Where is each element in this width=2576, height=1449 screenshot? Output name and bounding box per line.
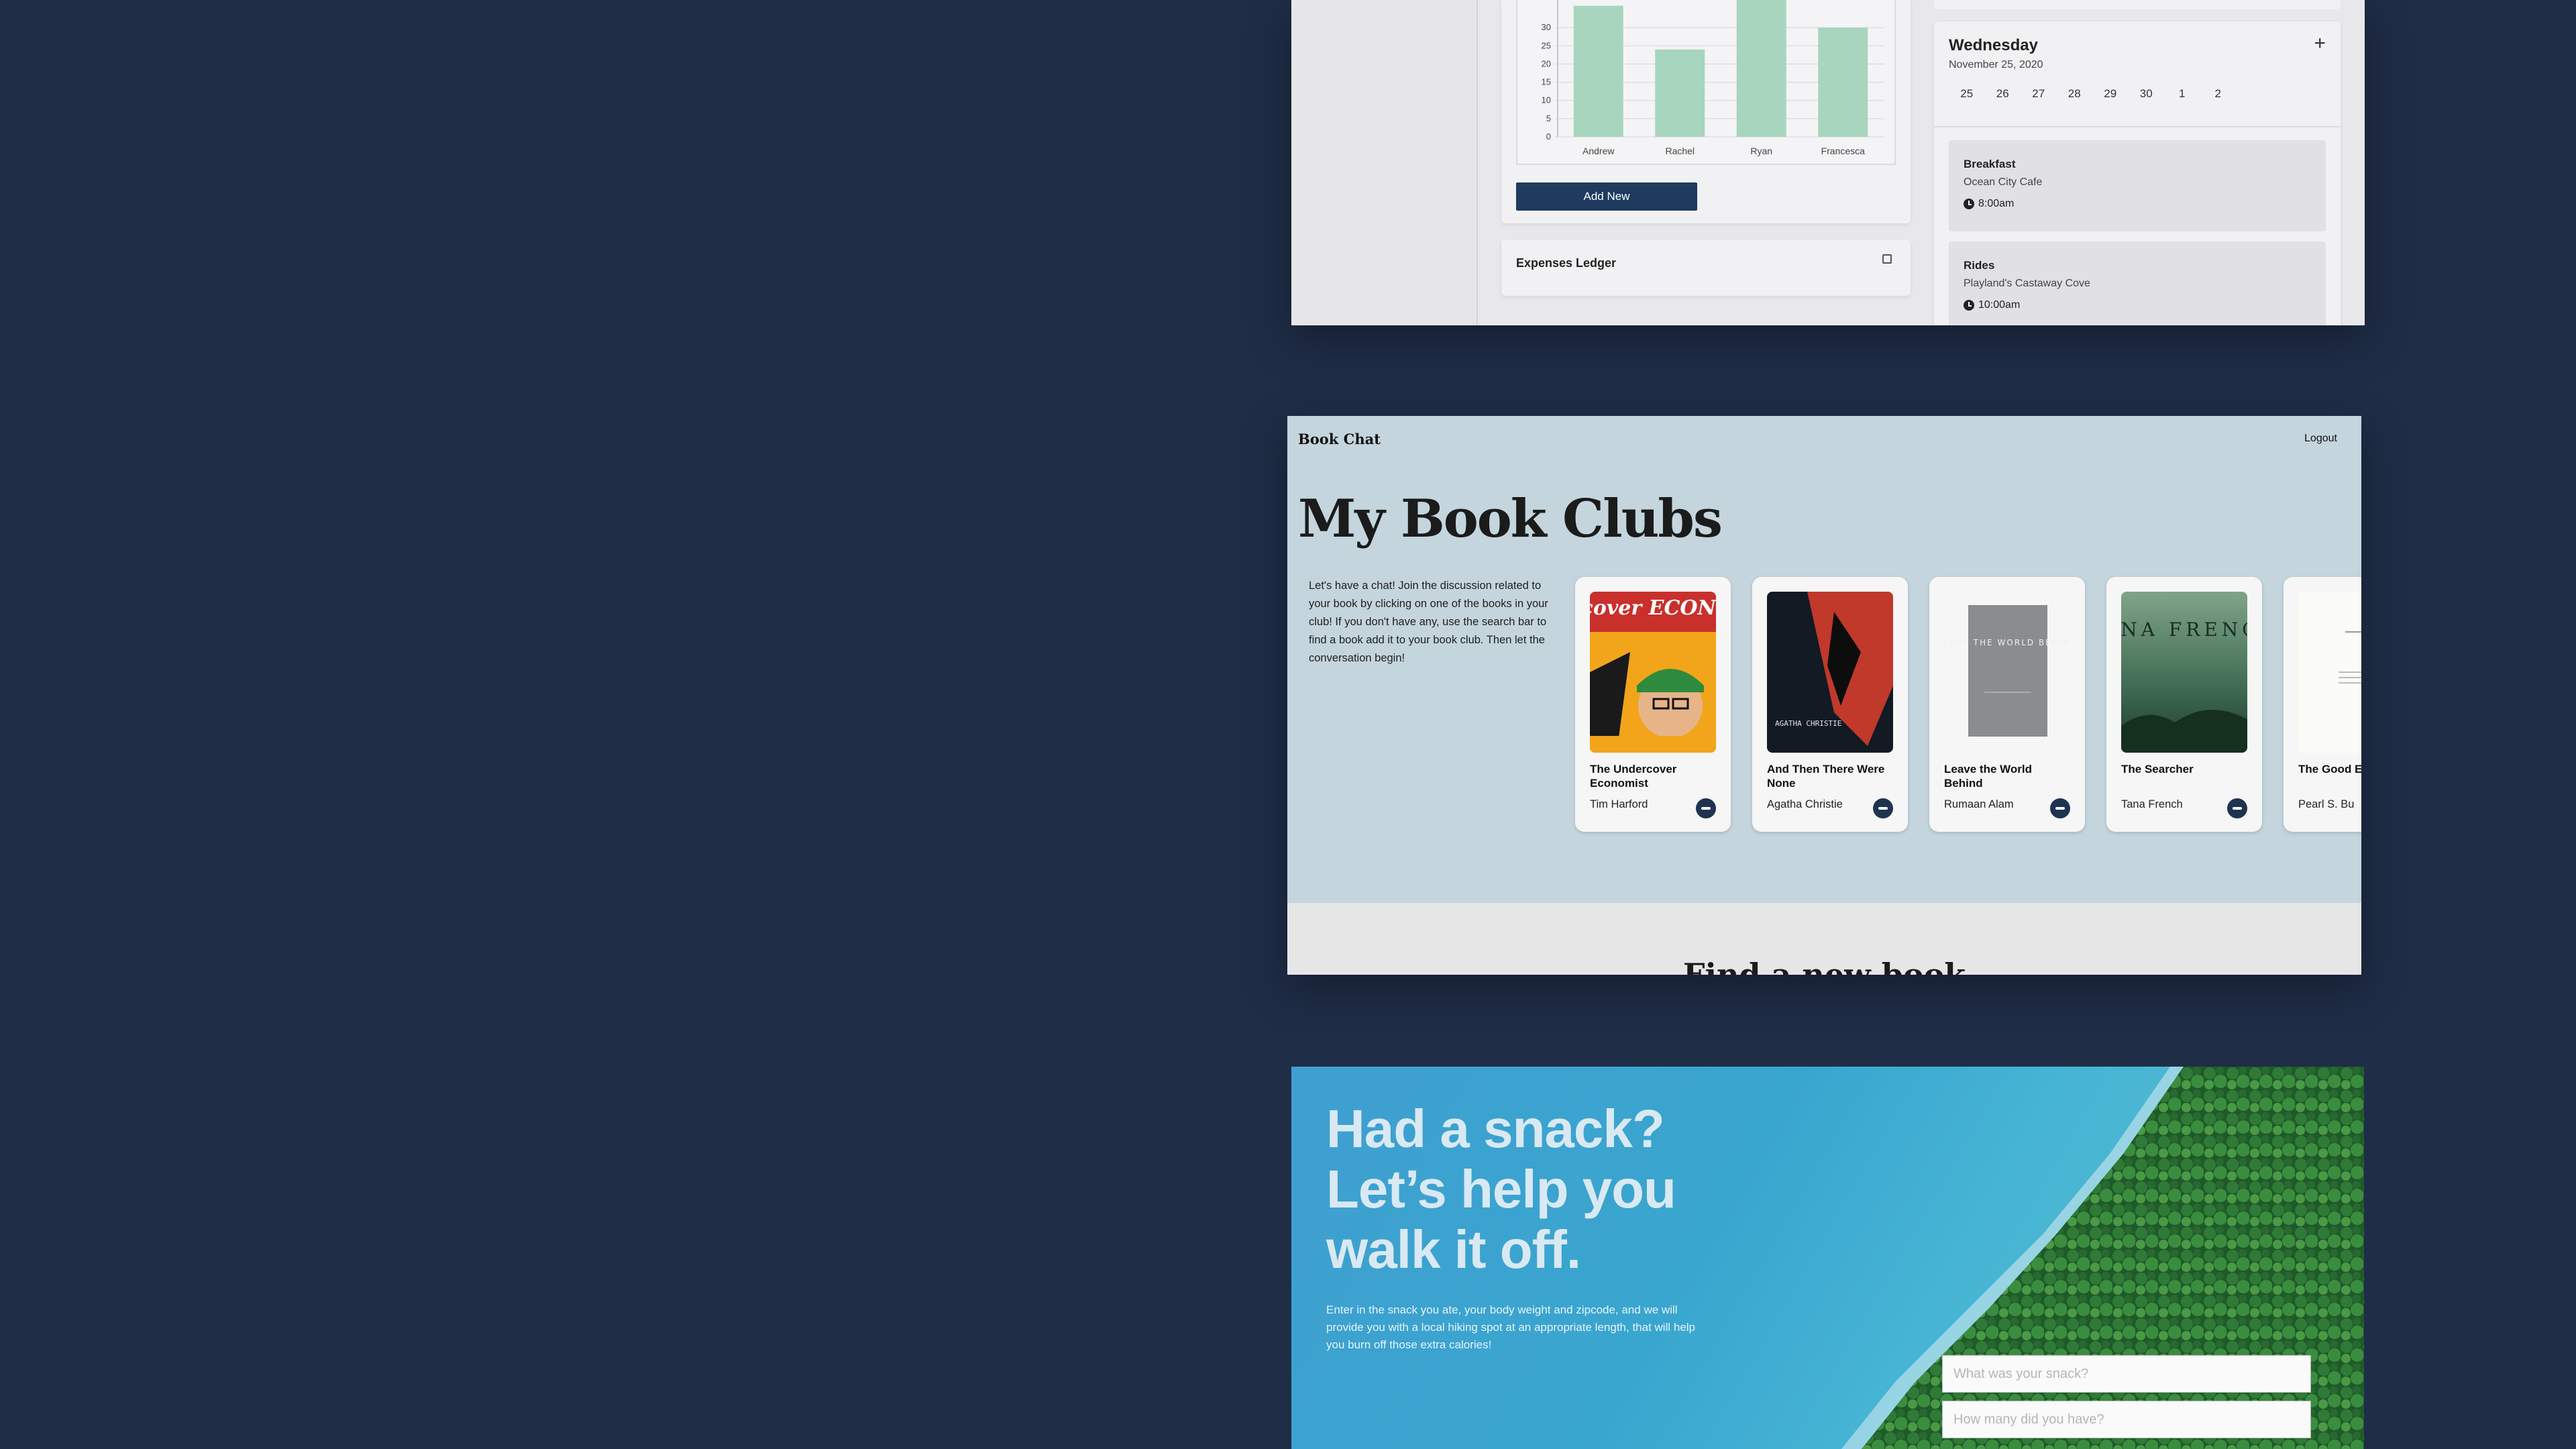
y-tick-label: 5 bbox=[1546, 113, 1551, 123]
sidebar bbox=[1291, 0, 1478, 325]
x-tick-label: Rachel bbox=[1665, 146, 1695, 156]
ledger-title: Expenses Ledger bbox=[1516, 256, 1617, 270]
book-title: The Searcher bbox=[2121, 763, 2194, 775]
cover-text: TANA FRENCH bbox=[2121, 619, 2247, 641]
y-tick-label: 10 bbox=[1542, 95, 1551, 105]
book-author: Tim Harford bbox=[1590, 798, 1648, 810]
event-time: 10:00am bbox=[1964, 299, 2020, 311]
bar[interactable] bbox=[1736, 0, 1786, 138]
expand-icon[interactable] bbox=[1882, 254, 1892, 264]
book-author: Agatha Christie bbox=[1767, 798, 1843, 810]
clock-icon bbox=[1964, 199, 1974, 209]
x-tick-label: Ryan bbox=[1750, 146, 1772, 156]
y-tick-label: 20 bbox=[1542, 58, 1551, 68]
remove-icon[interactable] bbox=[2227, 798, 2247, 818]
event-name: Rides bbox=[1964, 259, 1995, 272]
add-event-icon[interactable]: + bbox=[2314, 32, 2326, 55]
add-new-button[interactable]: Add New bbox=[1516, 182, 1697, 211]
schedule-card-top bbox=[1934, 0, 2341, 9]
hero-description: Enter in the snack you ate, your body we… bbox=[1326, 1303, 1696, 1351]
snack-input[interactable] bbox=[1942, 1355, 2311, 1393]
date-item[interactable]: 27 bbox=[2021, 87, 2057, 101]
y-tick-label: 0 bbox=[1546, 131, 1551, 142]
date-strip: 25 26 27 28 29 30 1 2 bbox=[1949, 87, 2236, 101]
x-tick-label: Francesca bbox=[1821, 146, 1866, 156]
date-item[interactable]: 25 bbox=[1949, 87, 1985, 101]
book-card[interactable]: TANA FRENCH The Searcher Tana French bbox=[2106, 577, 2262, 832]
event-location: Playland's Castaway Cove bbox=[1964, 278, 2090, 289]
event-location: Ocean City Cafe bbox=[1964, 176, 2043, 188]
find-book-section: Find a new book bbox=[1287, 903, 2361, 975]
book-title: And Then There Were None bbox=[1767, 763, 1885, 790]
book-author: Pearl S. Bu bbox=[2298, 798, 2355, 810]
intro-text: Let's have a chat! Join the discussion r… bbox=[1309, 580, 1548, 664]
book-chat-preview: Book Chat Logout My Book Clubs Let's hav… bbox=[1287, 416, 2361, 975]
hero-headline: Had a snack? Let’s help you walk it off. bbox=[1326, 1099, 1676, 1280]
headline-line: Had a snack? bbox=[1326, 1099, 1665, 1159]
event-time-text: 8:00am bbox=[1978, 198, 2015, 209]
brand-logo[interactable]: Book Chat bbox=[1298, 431, 1381, 447]
date-item[interactable]: 26 bbox=[1985, 87, 2021, 101]
bar[interactable] bbox=[1573, 5, 1623, 138]
schedule-card: Wednesday November 25, 2020 + 25 26 27 2… bbox=[1934, 21, 2341, 325]
y-tick-label: 25 bbox=[1542, 40, 1551, 50]
expenses-chart-card: 0 5 10 15 20 25 30 Andrew Rachel Ryan Francesca Ad… bbox=[1501, 0, 1911, 223]
event-card[interactable]: Rides Playland's Castaway Cove 10:00am bbox=[1949, 241, 2326, 325]
book-title: The Good E bbox=[2298, 763, 2361, 775]
book-title: The Undercover Economist bbox=[1590, 763, 1677, 790]
event-time: 8:00am bbox=[1964, 198, 2014, 210]
event-name: Breakfast bbox=[1964, 158, 2016, 170]
y-tick-label: 15 bbox=[1542, 77, 1551, 87]
date-item[interactable]: 2 bbox=[2200, 87, 2237, 101]
expenses-ledger-card[interactable]: Expenses Ledger bbox=[1501, 239, 1911, 296]
bar[interactable] bbox=[1655, 49, 1705, 137]
divider bbox=[1934, 126, 2341, 127]
event-time-text: 10:00am bbox=[1978, 299, 2021, 311]
book-title: Leave the World Behind bbox=[1944, 763, 2032, 790]
clock-icon bbox=[1964, 300, 1974, 311]
bar[interactable] bbox=[1818, 28, 1868, 138]
remove-icon[interactable] bbox=[1696, 798, 1716, 818]
date-item[interactable]: 29 bbox=[2092, 87, 2129, 101]
book-cover: Undercover ECONOMIST bbox=[1590, 592, 1716, 753]
cover-text: AGATHA CHRISTIE bbox=[1775, 719, 1841, 728]
book-author: Rumaan Alam bbox=[1944, 798, 2014, 810]
schedule-date: November 25, 2020 bbox=[1949, 59, 2043, 70]
date-item[interactable]: 1 bbox=[2164, 87, 2200, 101]
remove-icon[interactable] bbox=[1873, 798, 1893, 818]
trip-dashboard-preview: 0 5 10 15 20 25 30 Andrew Rachel Ryan Francesca Ad… bbox=[1291, 0, 2365, 325]
event-card[interactable]: Breakfast Ocean City Cafe 8:00am bbox=[1949, 140, 2326, 231]
snack-hike-preview: Had a snack? Let’s help you walk it off.… bbox=[1291, 1067, 2364, 1449]
snack-count-input[interactable] bbox=[1942, 1401, 2311, 1438]
chart-area: 0 5 10 15 20 25 30 Andrew Rachel Ryan Francesca bbox=[1516, 0, 1896, 165]
book-cover bbox=[2298, 592, 2361, 753]
date-item[interactable]: 28 bbox=[2057, 87, 2093, 101]
y-tick-label: 30 bbox=[1542, 22, 1551, 32]
cover-text: LEAVE THE WORLD BEHIND bbox=[1944, 638, 2070, 647]
book-author: Tana French bbox=[2121, 798, 2183, 810]
book-cover: LEAVE THE WORLD BEHIND bbox=[1944, 592, 2070, 753]
cover-text: Undercover ECONOMIST bbox=[1590, 596, 1716, 620]
book-card[interactable]: LEAVE THE WORLD BEHIND Leave the World B… bbox=[1929, 577, 2085, 832]
date-item[interactable]: 30 bbox=[2129, 87, 2165, 101]
remove-icon[interactable] bbox=[2050, 798, 2070, 818]
x-tick-label: Andrew bbox=[1582, 146, 1615, 156]
find-book-heading: Find a new book bbox=[1682, 957, 1966, 975]
page-title: My Book Clubs bbox=[1298, 488, 1723, 549]
book-card[interactable]: Undercover ECONOMIST The Undercover Econ… bbox=[1575, 577, 1731, 832]
book-cover: TANA FRENCH bbox=[2121, 592, 2247, 753]
headline-line: Let’s help you bbox=[1326, 1159, 1676, 1219]
book-card[interactable]: The Good E Pearl S. Bu bbox=[2284, 577, 2361, 832]
book-cover: AGATHA CHRISTIE bbox=[1767, 592, 1893, 753]
book-card[interactable]: AGATHA CHRISTIE And Then There Were None… bbox=[1752, 577, 1908, 832]
logout-link[interactable]: Logout bbox=[2304, 433, 2337, 445]
headline-line: walk it off. bbox=[1326, 1220, 1581, 1279]
schedule-day: Wednesday bbox=[1949, 36, 2038, 54]
bar-chart: 0 5 10 15 20 25 30 Andrew Rachel Ryan Francesca bbox=[1542, 0, 1884, 156]
